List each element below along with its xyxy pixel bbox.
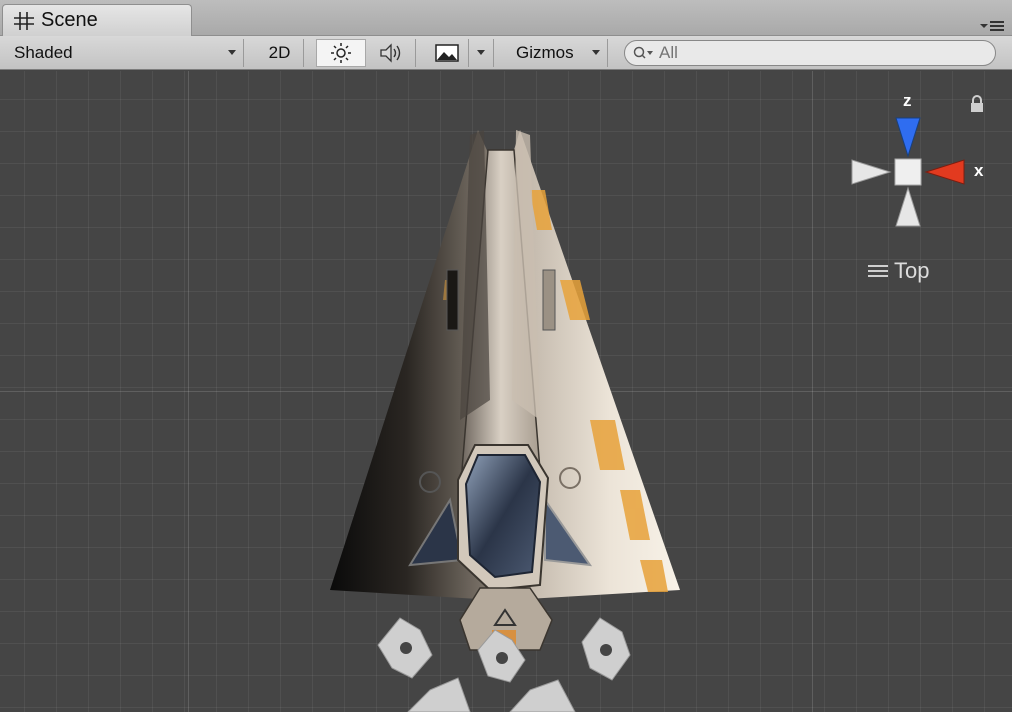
- view-mode-label[interactable]: Top: [868, 258, 929, 284]
- center-cube[interactable]: [894, 158, 922, 186]
- x-axis-label: x: [974, 161, 984, 180]
- neg-x-axis-cone[interactable]: [851, 159, 892, 185]
- view-name: Top: [894, 258, 930, 283]
- lock-icon[interactable]: [968, 94, 986, 114]
- z-axis-cone[interactable]: [895, 117, 921, 158]
- z-axis-label: z: [903, 91, 912, 110]
- hamburger-icon: [868, 265, 888, 277]
- neg-z-axis-cone[interactable]: [895, 186, 921, 227]
- x-axis-cone[interactable]: [924, 159, 965, 185]
- cockpit-canopy: [464, 454, 542, 579]
